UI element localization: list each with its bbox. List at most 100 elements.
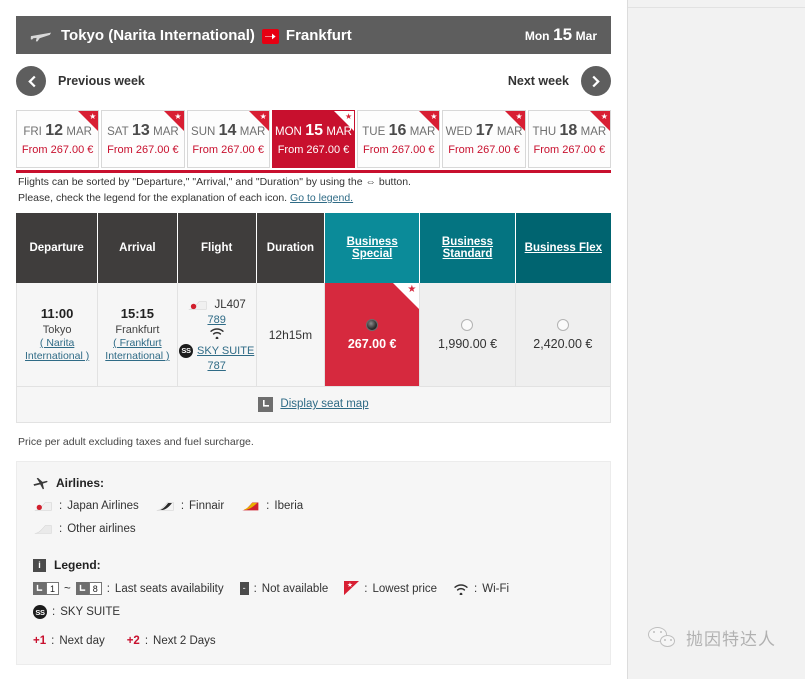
- arrival-city: Frankfurt: [98, 324, 176, 336]
- departure-time: 11:00: [17, 306, 97, 321]
- seat-map-link[interactable]: Display seat map: [280, 398, 368, 410]
- departure-cell: 11:00 Tokyo ( Narita International ): [16, 283, 98, 387]
- date-tab-sat-13[interactable]: ★SAT 13 MARFrom 267.00 €: [101, 110, 184, 168]
- corner-star-icon: ★: [345, 113, 352, 121]
- column-header-business-flex[interactable]: Business Flex: [516, 213, 611, 283]
- column-header-flight: Flight: [178, 213, 257, 283]
- arrival-time: 15:15: [98, 306, 176, 321]
- table-row: 11:00 Tokyo ( Narita International ) 15:…: [16, 283, 611, 387]
- legend-colon: :: [266, 500, 269, 512]
- price-disclaimer: Price per adult excluding taxes and fuel…: [18, 436, 254, 448]
- business-standard-line2: Standard: [443, 248, 493, 260]
- sort-note-line: Flights can be sorted by "Departure," "A…: [18, 176, 613, 188]
- legend-spacer: [33, 536, 594, 558]
- route-date-weekday: Mon: [525, 29, 550, 43]
- previous-week-button[interactable]: Previous week: [16, 66, 145, 96]
- finnair-tail-icon: [155, 499, 176, 513]
- business-standard-link[interactable]: Business Standard: [442, 236, 493, 260]
- fare-radio-business-special[interactable]: [366, 319, 378, 331]
- arrival-airport-link[interactable]: ( Frankfurt International ): [98, 337, 176, 363]
- seat-availability-label: Last seats availability: [115, 583, 224, 595]
- legend-note-text: Please, check the legend for the explana…: [18, 192, 287, 204]
- sky-suite-link[interactable]: SKY SUITE: [197, 345, 254, 357]
- fare-cell-business-special[interactable]: ★ 267.00 €: [325, 283, 420, 387]
- fare-price-business-flex: 2,420.00 €: [533, 337, 592, 351]
- watermark: 抛因特达人: [648, 625, 776, 650]
- column-header-business-special[interactable]: Business Special: [325, 213, 420, 283]
- legend-airline-name: Other airlines: [67, 523, 135, 535]
- date-selector-strip: ★FRI 12 MARFrom 267.00 €★SAT 13 MARFrom …: [16, 110, 611, 168]
- column-header-departure[interactable]: Departure: [16, 213, 98, 283]
- seat-availability-high-value: 8: [89, 582, 102, 595]
- legend-next-day-row: +1 : Next day +2 : Next 2 Days: [33, 635, 594, 647]
- right-side-panel: [627, 0, 805, 679]
- info-icon: i: [33, 559, 46, 572]
- date-tab-weekday: THU: [532, 126, 556, 138]
- not-available-label: Not available: [262, 583, 328, 595]
- date-tab-price: From 267.00 €: [534, 144, 606, 156]
- airlines-legend-row-1: : Japan Airlines : Finnair :: [33, 499, 594, 513]
- business-special-link[interactable]: Business Special: [347, 236, 398, 260]
- legend-colon: :: [107, 583, 110, 595]
- corner-star-icon: ★: [516, 113, 523, 121]
- date-strip-underline: [16, 170, 611, 173]
- fare-radio-business-standard[interactable]: [461, 319, 473, 331]
- next-week-button[interactable]: Next week: [508, 66, 611, 96]
- iberia-tail-icon: [240, 499, 261, 513]
- departure-airport-link[interactable]: ( Narita International ): [17, 337, 97, 363]
- legend-colon: :: [59, 523, 62, 535]
- route-origin: Tokyo (Narita International): [61, 27, 255, 44]
- seat-map-button[interactable]: Display seat map: [258, 397, 368, 412]
- seat-map-row: Display seat map: [16, 387, 611, 423]
- date-tab-wed-17[interactable]: ★WED 17 MARFrom 267.00 €: [442, 110, 525, 168]
- legend-item-wifi: : Wi-Fi: [453, 583, 509, 595]
- seat-icon: [258, 397, 273, 412]
- duration-value: 12h15m: [269, 328, 312, 342]
- airplane-icon: [30, 27, 52, 43]
- date-tab-mon-15[interactable]: ★MON 15 MARFrom 267.00 €: [272, 110, 355, 168]
- corner-star-icon: ★: [430, 113, 437, 121]
- generic-tail-icon: [33, 522, 54, 536]
- week-navigation: Previous week Next week: [16, 66, 611, 104]
- date-tab-price: From 267.00 €: [22, 144, 94, 156]
- wechat-icon: [648, 626, 678, 650]
- date-tab-fri-12[interactable]: ★FRI 12 MARFrom 267.00 €: [16, 110, 99, 168]
- aircraft-type-link-top[interactable]: 789: [178, 314, 256, 326]
- business-flex-link[interactable]: Business Flex: [525, 242, 602, 254]
- date-tab-sun-14[interactable]: ★SUN 14 MARFrom 267.00 €: [187, 110, 270, 168]
- legend-section-label: Legend:: [54, 558, 101, 572]
- legend-item-next-day: +1 : Next day: [33, 635, 105, 647]
- corner-star-icon: ★: [601, 113, 608, 121]
- japan-airlines-tail-icon: [33, 499, 54, 513]
- flight-number-row: JL407: [178, 298, 256, 312]
- page-root: Tokyo (Narita International) Frankfurt M…: [0, 0, 805, 679]
- seat-map-cell[interactable]: Display seat map: [16, 387, 611, 423]
- airlines-legend-title: Airlines:: [33, 476, 594, 490]
- go-to-legend-link[interactable]: Go to legend.: [290, 192, 353, 204]
- wifi-label: Wi-Fi: [482, 583, 509, 595]
- flight-cell: JL407 789 SS SKY SUITE: [178, 283, 257, 387]
- fare-cell-business-standard[interactable]: 1,990.00 €: [420, 283, 515, 387]
- sky-suite-label: SKY SUITE: [60, 606, 120, 618]
- date-tab-price: From 267.00 €: [278, 144, 350, 156]
- table-header-row: Departure Arrival Flight Duration Busine…: [16, 213, 611, 283]
- legend-item-sky-suite: SS : SKY SUITE: [33, 605, 120, 619]
- legend-colon: :: [145, 635, 148, 647]
- legend-airline-name: Japan Airlines: [67, 500, 139, 512]
- airplane-icon: [33, 477, 48, 490]
- lowest-price-star-icon: ★: [344, 581, 359, 596]
- column-header-duration[interactable]: Duration: [257, 213, 325, 283]
- fare-radio-business-flex[interactable]: [557, 319, 569, 331]
- legend-colon: :: [51, 635, 54, 647]
- aircraft-type-link-bottom[interactable]: 787: [178, 360, 256, 372]
- legend-airline-name: Finnair: [189, 500, 224, 512]
- legend-item-seat-availability: 1 ~ 8 : Last seats availability: [33, 582, 224, 595]
- column-header-arrival[interactable]: Arrival: [98, 213, 177, 283]
- date-tab-tue-16[interactable]: ★TUE 16 MARFrom 267.00 €: [357, 110, 440, 168]
- date-tab-thu-18[interactable]: ★THU 18 MARFrom 267.00 €: [528, 110, 611, 168]
- legend-colon: :: [52, 606, 55, 618]
- date-tab-day: 13: [132, 122, 150, 139]
- fare-cell-business-flex[interactable]: 2,420.00 €: [516, 283, 611, 387]
- arrow-right-icon: [262, 29, 279, 44]
- column-header-business-standard[interactable]: Business Standard: [420, 213, 515, 283]
